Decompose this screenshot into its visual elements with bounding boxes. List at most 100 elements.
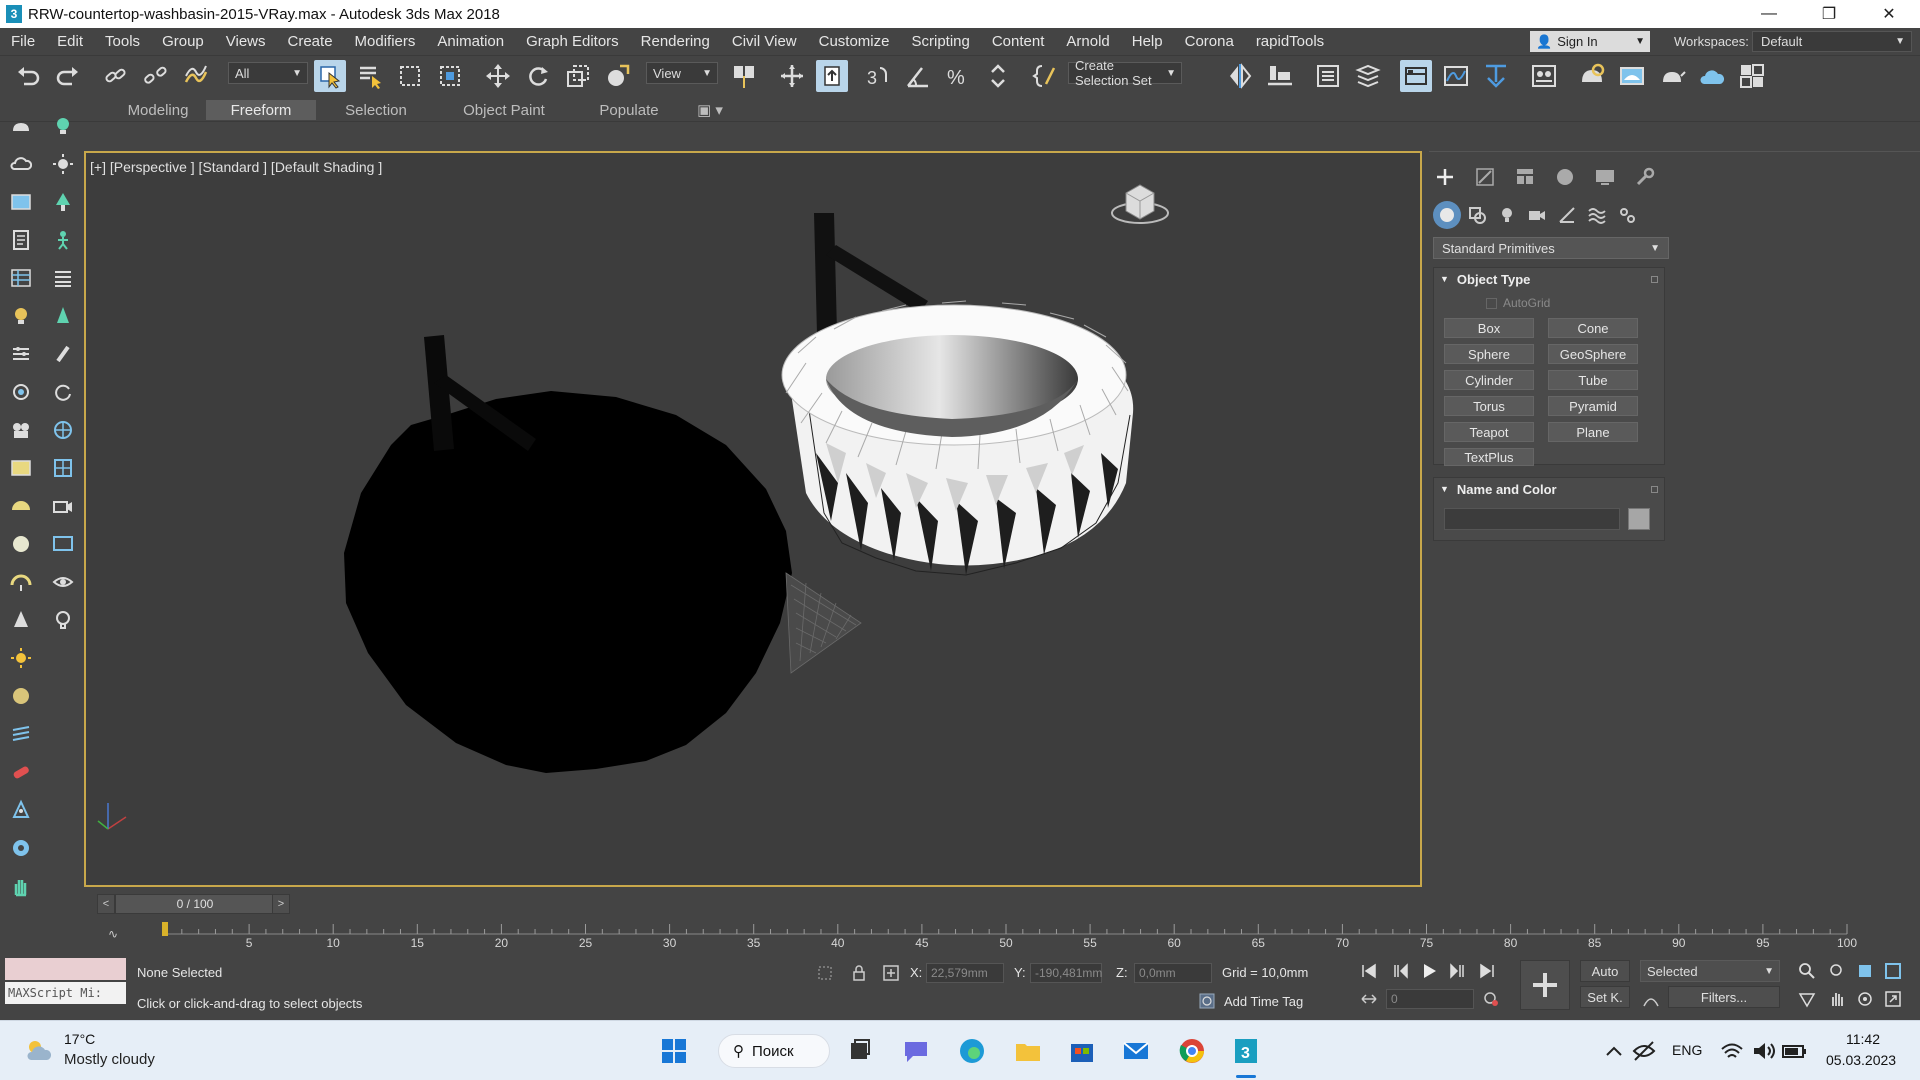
object-type-header[interactable]: ▼ Object Type bbox=[1434, 268, 1664, 290]
geometry-category-sphere-icon[interactable] bbox=[1433, 201, 1461, 229]
edit-named-selections-button[interactable] bbox=[1030, 60, 1062, 92]
rendered-frame-window-button[interactable] bbox=[1616, 60, 1648, 92]
hemisphere-icon[interactable] bbox=[9, 494, 33, 518]
zoom-extents-all-icon[interactable] bbox=[1882, 960, 1904, 982]
table-icon[interactable] bbox=[9, 266, 33, 290]
autogrid-checkbox[interactable]: AutoGrid bbox=[1486, 296, 1550, 310]
menu-rendering[interactable]: Rendering bbox=[630, 33, 721, 50]
geosphere-button[interactable]: GeoSphere bbox=[1548, 344, 1638, 364]
time-slider[interactable]: 0 / 100 bbox=[115, 894, 275, 914]
teapot-icon[interactable] bbox=[9, 114, 33, 138]
select-by-name-button[interactable] bbox=[354, 60, 386, 92]
sign-in-dropdown[interactable]: 👤 Sign In ▼ bbox=[1530, 31, 1650, 52]
time-configuration-icon[interactable] bbox=[1480, 988, 1502, 1010]
cylinder-button[interactable]: Cylinder bbox=[1444, 370, 1534, 390]
windows-start-icon[interactable] bbox=[656, 1033, 692, 1069]
network-icon[interactable] bbox=[9, 798, 33, 822]
clock-time[interactable]: 11:42 bbox=[1846, 1031, 1880, 1047]
rotate-button[interactable] bbox=[522, 60, 554, 92]
orbit-icon[interactable] bbox=[1854, 988, 1876, 1010]
globe-icon[interactable] bbox=[51, 418, 75, 442]
gear-globe-icon[interactable] bbox=[9, 836, 33, 860]
add-time-tag[interactable]: Add Time Tag bbox=[1224, 994, 1303, 1009]
toggle-layer-explorer-button[interactable] bbox=[1352, 60, 1384, 92]
key-mode-toggle-icon[interactable] bbox=[1358, 988, 1380, 1010]
restore-button[interactable]: ❐ bbox=[1802, 0, 1856, 28]
pan-view-icon[interactable] bbox=[1826, 988, 1848, 1010]
selection-filter-dropdown[interactable]: All ▼ bbox=[228, 62, 308, 84]
shapes-category-icon[interactable] bbox=[1463, 201, 1491, 229]
maximize-viewport-icon[interactable] bbox=[1882, 988, 1904, 1010]
capsule-icon[interactable] bbox=[9, 760, 33, 784]
bone-icon[interactable] bbox=[51, 342, 75, 366]
pivot-center-button[interactable] bbox=[728, 60, 760, 92]
bind-space-warp-button[interactable] bbox=[180, 60, 212, 92]
time-slider-next-button[interactable]: > bbox=[272, 894, 290, 914]
a360-gallery-button[interactable] bbox=[1736, 60, 1768, 92]
edge-browser-icon[interactable] bbox=[954, 1033, 990, 1069]
tab-freeform[interactable]: Freeform bbox=[206, 100, 316, 120]
mini-curve-icon[interactable]: ∿ bbox=[108, 927, 118, 941]
link-button[interactable] bbox=[100, 60, 132, 92]
bulb-outline-icon[interactable] bbox=[51, 608, 75, 632]
sphere-icon[interactable] bbox=[9, 532, 33, 556]
menu-create[interactable]: Create bbox=[277, 33, 344, 50]
spot-light-icon[interactable] bbox=[51, 304, 75, 328]
refresh-icon[interactable] bbox=[51, 380, 75, 404]
tab-populate[interactable]: Populate bbox=[584, 100, 674, 120]
task-view-icon[interactable] bbox=[842, 1033, 878, 1069]
lights-category-icon[interactable] bbox=[1493, 201, 1521, 229]
mail-icon[interactable] bbox=[1118, 1033, 1154, 1069]
document-icon[interactable] bbox=[9, 228, 33, 252]
field-of-view-icon[interactable] bbox=[1796, 988, 1818, 1010]
chrome-browser-icon[interactable] bbox=[1174, 1033, 1210, 1069]
set-key-button[interactable]: Set K. bbox=[1580, 986, 1630, 1008]
select-object-button[interactable] bbox=[314, 60, 346, 92]
go-to-start-icon[interactable] bbox=[1358, 960, 1380, 982]
screen-icon[interactable] bbox=[51, 532, 75, 556]
sun-dome-icon[interactable] bbox=[9, 570, 33, 594]
lightbulb-object-icon[interactable] bbox=[9, 304, 33, 328]
chat-icon[interactable] bbox=[898, 1033, 934, 1069]
list-icon[interactable] bbox=[51, 266, 75, 290]
film-icon[interactable] bbox=[9, 418, 33, 442]
utilities-tab-wrench-icon[interactable] bbox=[1631, 163, 1659, 191]
sunlight-icon[interactable] bbox=[9, 646, 33, 670]
tube-button[interactable]: Tube bbox=[1548, 370, 1638, 390]
rectangular-selection-button[interactable] bbox=[394, 60, 426, 92]
tree-icon[interactable] bbox=[51, 190, 75, 214]
zoom-extents-icon[interactable] bbox=[1854, 960, 1876, 982]
wifi-icon[interactable] bbox=[1714, 1033, 1750, 1069]
previous-frame-icon[interactable] bbox=[1390, 960, 1412, 982]
pyramid-button[interactable]: Pyramid bbox=[1548, 396, 1638, 416]
render-in-cloud-button[interactable] bbox=[1696, 60, 1728, 92]
maxscript-listener-output[interactable] bbox=[5, 958, 126, 980]
redo-button[interactable] bbox=[52, 60, 84, 92]
minimize-button[interactable]: — bbox=[1742, 0, 1796, 28]
3ds-max-app-icon[interactable]: 3 bbox=[1228, 1033, 1264, 1069]
display-tab-icon[interactable] bbox=[1591, 163, 1619, 191]
snaps-toggle-button[interactable]: 3 bbox=[862, 60, 894, 92]
menu-arnold[interactable]: Arnold bbox=[1055, 33, 1120, 50]
keyboard-shortcut-override-button[interactable] bbox=[816, 60, 848, 92]
spinner-snap-button[interactable] bbox=[982, 60, 1014, 92]
box-button[interactable]: Box bbox=[1444, 318, 1534, 338]
modify-tab-icon[interactable] bbox=[1471, 163, 1499, 191]
tab-modeling[interactable]: Modeling bbox=[100, 100, 216, 120]
taskbar-search[interactable]: ⚲ Поиск bbox=[718, 1034, 830, 1068]
plane-button[interactable]: Plane bbox=[1548, 422, 1638, 442]
cone-button[interactable]: Cone bbox=[1548, 318, 1638, 338]
systems-category-icon[interactable] bbox=[1613, 201, 1641, 229]
material-editor-button[interactable] bbox=[1528, 60, 1560, 92]
view-cube[interactable] bbox=[1111, 184, 1169, 224]
perspective-viewport[interactable]: [+] [Perspective ] [Standard ] [Default … bbox=[84, 151, 1422, 887]
curve-editor-button[interactable] bbox=[1440, 60, 1472, 92]
menu-file[interactable]: File bbox=[0, 33, 46, 50]
menu-modifiers[interactable]: Modifiers bbox=[344, 33, 427, 50]
torus-button[interactable]: Torus bbox=[1444, 396, 1534, 416]
absolute-mode-icon[interactable] bbox=[880, 962, 902, 984]
tab-selection[interactable]: Selection bbox=[326, 100, 426, 120]
menu-animation[interactable]: Animation bbox=[426, 33, 515, 50]
time-slider-prev-button[interactable]: < bbox=[97, 894, 115, 914]
menu-content[interactable]: Content bbox=[981, 33, 1056, 50]
